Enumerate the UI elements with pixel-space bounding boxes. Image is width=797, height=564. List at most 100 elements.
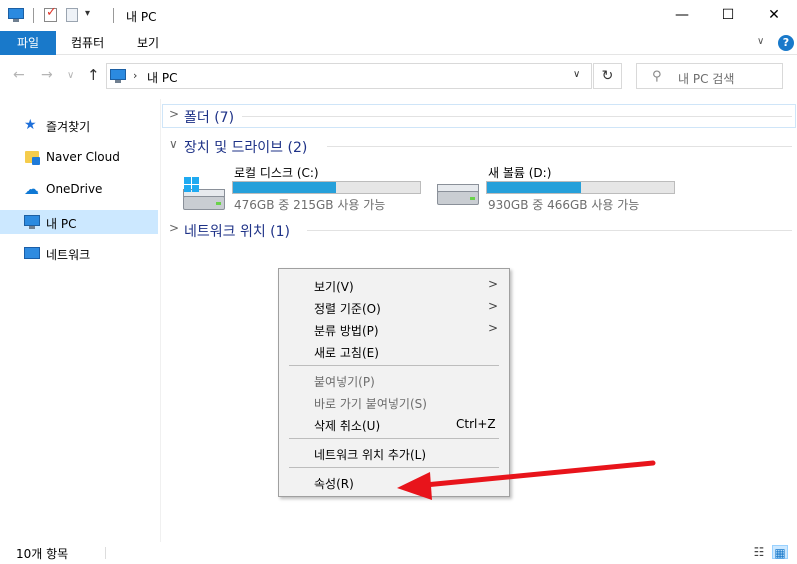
this-pc-icon[interactable] xyxy=(8,7,24,23)
maximize-button[interactable]: ☐ xyxy=(705,0,751,31)
menu-item-undo-delete[interactable]: 삭제 취소(U) Ctrl+Z xyxy=(281,413,507,435)
network-icon xyxy=(24,245,40,261)
menu-item-add-network-location[interactable]: 네트워크 위치 추가(L) xyxy=(281,442,507,464)
title-divider xyxy=(113,8,114,23)
sidebar-item-label: OneDrive xyxy=(46,182,103,196)
star-icon: ★ xyxy=(24,117,37,133)
menu-item-label: 속성(R) xyxy=(314,477,354,491)
menu-item-paste-shortcut[interactable]: 바로 가기 붙여넣기(S) xyxy=(281,391,507,413)
sidebar-item-this-pc[interactable]: 내 PC xyxy=(0,210,158,234)
menu-item-label: 분류 방법(P) xyxy=(314,324,379,338)
group-title: 네트워크 위치 (1) xyxy=(184,224,291,240)
drive-usage-fill xyxy=(233,182,336,193)
menu-item-shortcut: Ctrl+Z xyxy=(456,417,496,431)
group-divider xyxy=(242,116,792,117)
menu-separator xyxy=(289,438,499,439)
new-folder-icon[interactable] xyxy=(64,7,80,23)
properties-icon[interactable]: ✓ xyxy=(43,5,59,23)
help-icon[interactable]: ? xyxy=(778,35,794,51)
drive-usage-bar xyxy=(486,181,675,194)
breadcrumb-this-pc[interactable]: 내 PC xyxy=(147,69,177,86)
windows-logo-icon xyxy=(184,177,200,193)
sidebar-item-naver-cloud[interactable]: Naver Cloud xyxy=(0,145,158,169)
chevron-down-icon: ∨ xyxy=(169,137,178,151)
details-view-icon[interactable]: ☷ xyxy=(751,545,767,559)
refresh-button[interactable]: ↻ xyxy=(593,63,622,89)
drive-usage-fill xyxy=(487,182,581,193)
title-bar: ✓ ▾ 내 PC — ☐ ✕ xyxy=(0,0,797,31)
drive-name: 로컬 디스크 (C:) xyxy=(234,166,319,180)
chevron-down-icon[interactable]: ∨ xyxy=(573,69,580,80)
menu-item-label: 정렬 기준(O) xyxy=(314,302,381,316)
item-count: 10개 항목 xyxy=(16,547,69,561)
menu-item-label: 새로 고침(E) xyxy=(314,346,379,360)
chevron-right-icon: > xyxy=(488,277,499,291)
drive-item-d[interactable]: 새 볼륨 (D:) 930GB 중 466GB 사용 가능 xyxy=(416,163,678,213)
sidebar-item-label: 네트워크 xyxy=(46,248,91,262)
drive-led xyxy=(216,202,221,205)
drive-usage-bar xyxy=(232,181,421,194)
up-button[interactable]: ↑ xyxy=(87,66,100,84)
close-button[interactable]: ✕ xyxy=(751,0,797,31)
search-input[interactable]: ⚲ 내 PC 검색 xyxy=(636,63,783,89)
menu-item-view[interactable]: 보기(V) > xyxy=(281,274,507,296)
breadcrumb-separator[interactable]: › xyxy=(133,69,137,82)
window-title: 내 PC xyxy=(126,10,157,24)
back-button[interactable]: ← xyxy=(13,67,25,83)
tab-view[interactable]: 보기 xyxy=(137,31,159,55)
recent-locations-button[interactable]: ∨ xyxy=(67,70,74,81)
group-title: 폴더 (7) xyxy=(184,110,235,126)
tab-file[interactable]: 파일 xyxy=(0,31,56,55)
customize-quick-access-button[interactable]: ▾ xyxy=(85,8,90,19)
forward-button[interactable]: → xyxy=(41,67,53,83)
drive-free-space: 930GB 중 466GB 사용 가능 xyxy=(488,198,640,212)
expand-ribbon-icon[interactable]: ∨ xyxy=(757,36,764,47)
menu-item-paste[interactable]: 붙여넣기(P) xyxy=(281,369,507,391)
group-divider xyxy=(307,230,792,231)
address-bar[interactable]: › 내 PC ∨ xyxy=(106,63,592,89)
drive-name: 새 볼륨 (D:) xyxy=(488,166,552,180)
sidebar-item-network[interactable]: 네트워크 xyxy=(0,241,158,265)
ribbon-tabs: 파일 컴퓨터 보기 ∨ ? xyxy=(0,31,797,55)
status-divider xyxy=(105,547,106,559)
context-menu: 보기(V) > 정렬 기준(O) > 분류 방법(P) > 새로 고침(E) 붙… xyxy=(278,268,510,497)
menu-item-label: 붙여넣기(P) xyxy=(314,375,375,389)
tab-computer[interactable]: 컴퓨터 xyxy=(71,31,104,55)
group-header-network-locations[interactable]: > 네트워크 위치 (1) xyxy=(162,219,792,241)
group-title: 장치 및 드라이브 (2) xyxy=(184,140,308,156)
this-pc-icon xyxy=(110,69,126,83)
sidebar-item-onedrive[interactable]: ☁ OneDrive xyxy=(0,177,158,201)
sidebar-item-quick-access[interactable]: ★ 즐겨찾기 xyxy=(0,113,158,137)
status-bar: 10개 항목 ☷ ▦ xyxy=(0,542,797,564)
menu-item-label: 네트워크 위치 추가(L) xyxy=(314,448,426,462)
minimize-button[interactable]: — xyxy=(659,0,705,31)
sidebar-item-label: 즐겨찾기 xyxy=(46,120,91,134)
navigation-pane: ★ 즐겨찾기 Naver Cloud ☁ OneDrive 내 PC 네트워크 xyxy=(0,102,160,542)
group-divider xyxy=(327,146,792,147)
tiles-view-icon[interactable]: ▦ xyxy=(772,545,788,560)
chevron-right-icon: > xyxy=(169,107,180,121)
chevron-right-icon: > xyxy=(488,321,499,335)
menu-item-sort-by[interactable]: 정렬 기준(O) > xyxy=(281,296,507,318)
drive-item-c[interactable]: 로컬 디스크 (C:) 476GB 중 215GB 사용 가능 xyxy=(162,163,422,213)
menu-item-group-by[interactable]: 분류 방법(P) > xyxy=(281,318,507,340)
sidebar-item-label: Naver Cloud xyxy=(46,150,120,164)
group-header-drives[interactable]: ∨ 장치 및 드라이브 (2) xyxy=(162,135,792,157)
folder-icon xyxy=(24,149,40,165)
menu-item-properties[interactable]: 속성(R) xyxy=(281,471,507,493)
drive-free-space: 476GB 중 215GB 사용 가능 xyxy=(234,198,386,212)
quick-access-divider xyxy=(33,8,34,23)
chevron-right-icon: > xyxy=(488,299,499,313)
menu-separator xyxy=(289,467,499,468)
menu-separator xyxy=(289,365,499,366)
menu-item-refresh[interactable]: 새로 고침(E) xyxy=(281,340,507,362)
sidebar-item-label: 내 PC xyxy=(46,217,77,231)
group-header-folders[interactable]: > 폴더 (7) xyxy=(162,105,792,127)
menu-item-label: 삭제 취소(U) xyxy=(314,419,381,433)
menu-item-label: 보기(V) xyxy=(314,280,354,294)
navigation-bar: ← → ∨ ↑ › 내 PC ∨ ↻ ⚲ 내 PC 검색 xyxy=(0,55,797,99)
pc-icon xyxy=(24,214,40,230)
cloud-icon: ☁ xyxy=(24,180,39,198)
pane-divider[interactable] xyxy=(160,99,161,542)
menu-item-label: 바로 가기 붙여넣기(S) xyxy=(314,397,427,411)
